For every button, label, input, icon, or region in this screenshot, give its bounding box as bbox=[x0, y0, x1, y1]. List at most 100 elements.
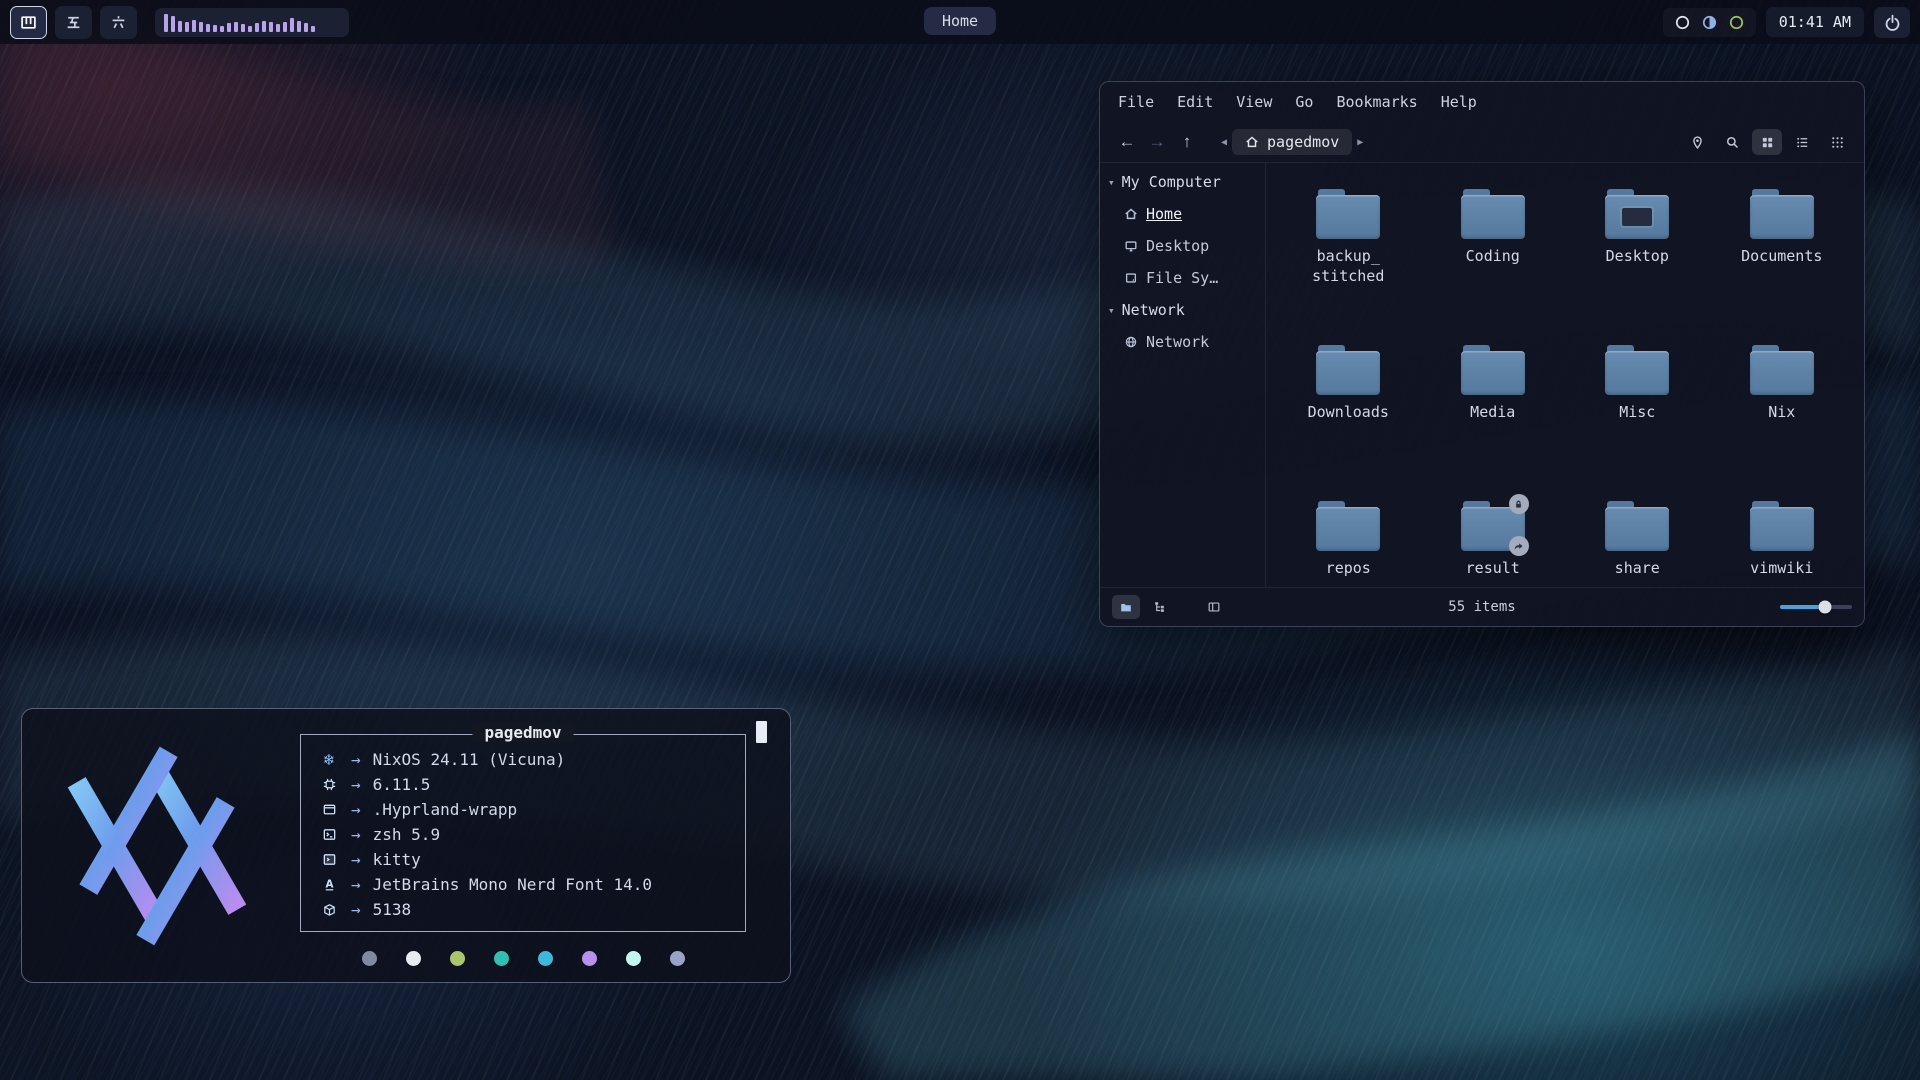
list-view-button[interactable] bbox=[1787, 129, 1817, 155]
fetch-output-box: pagedmov ❄ → NixOS 24.11 (Vicuna) → bbox=[300, 734, 746, 932]
show-tree-button[interactable] bbox=[1146, 595, 1174, 619]
tray-ring-green-icon[interactable] bbox=[1728, 14, 1745, 31]
fetch-line-os: ❄ → NixOS 24.11 (Vicuna) bbox=[317, 747, 729, 772]
clock-label: 01:41 AM bbox=[1779, 13, 1851, 31]
folder-item-misc[interactable]: Misc bbox=[1565, 333, 1710, 489]
menu-go[interactable]: Go bbox=[1295, 93, 1313, 111]
folder-item-nix[interactable]: Nix bbox=[1710, 333, 1855, 489]
breadcrumb-next-icon[interactable]: ▶ bbox=[1352, 137, 1368, 148]
folder-label: Downloads bbox=[1308, 402, 1389, 422]
palette-dot bbox=[362, 951, 377, 966]
power-button[interactable] bbox=[1874, 7, 1910, 38]
cjk-five-glyph bbox=[65, 14, 82, 31]
twisty-icon: ▾ bbox=[1108, 304, 1115, 317]
hostname-title: pagedmov bbox=[472, 723, 573, 742]
folder-icon bbox=[1461, 189, 1525, 239]
audio-visualizer bbox=[155, 8, 349, 37]
folder-item-result[interactable]: result bbox=[1421, 489, 1566, 587]
cjk-four-glyph bbox=[20, 14, 37, 31]
sidebar-item-desktop[interactable]: Desktop bbox=[1106, 230, 1259, 262]
svg-text:A: A bbox=[325, 878, 333, 890]
folder-icon bbox=[1316, 189, 1380, 239]
search-button[interactable] bbox=[1717, 129, 1747, 155]
breadcrumb: ◀ pagedmov ▶ bbox=[1216, 129, 1368, 155]
folder-item-desktop[interactable]: Desktop bbox=[1565, 177, 1710, 333]
folder-item-coding[interactable]: Coding bbox=[1421, 177, 1566, 333]
folder-item-media[interactable]: Media bbox=[1421, 333, 1566, 489]
menubar: File Edit View Go Bookmarks Help bbox=[1100, 82, 1864, 122]
focused-window-title[interactable]: Home bbox=[924, 7, 996, 35]
folder-label: Nix bbox=[1768, 402, 1795, 422]
search-icon bbox=[1725, 135, 1740, 150]
zoom-slider[interactable] bbox=[1780, 605, 1852, 609]
sidebar-item-file-system[interactable]: File Sy… bbox=[1106, 262, 1259, 294]
fetch-line-shell: → zsh 5.9 bbox=[317, 822, 729, 847]
menu-view[interactable]: View bbox=[1236, 93, 1272, 111]
fetch-line-kernel: → 6.11.5 bbox=[317, 772, 729, 797]
palette-dot bbox=[450, 951, 465, 966]
system-tray bbox=[1663, 8, 1756, 37]
icon-view-button[interactable] bbox=[1752, 129, 1782, 155]
font-icon: A bbox=[317, 877, 341, 892]
drive-icon bbox=[1124, 271, 1138, 285]
zoom-slider-handle[interactable] bbox=[1818, 601, 1831, 614]
fetch-line-terminal: → kitty bbox=[317, 847, 729, 872]
tray-circle-icon[interactable] bbox=[1674, 14, 1691, 31]
terminal-cursor bbox=[756, 721, 767, 743]
twisty-icon: ▾ bbox=[1108, 176, 1115, 189]
compact-view-button[interactable] bbox=[1822, 129, 1852, 155]
workspace-button-6[interactable]: 六 bbox=[100, 6, 137, 39]
breadcrumb-home-segment[interactable]: pagedmov bbox=[1232, 129, 1352, 155]
folder-item-vimwiki[interactable]: vimwiki bbox=[1710, 489, 1855, 587]
folder-item-share[interactable]: share bbox=[1565, 489, 1710, 587]
folder-item-documents[interactable]: Documents bbox=[1710, 177, 1855, 333]
folder-small-icon bbox=[1119, 600, 1133, 614]
folder-icon bbox=[1461, 501, 1525, 551]
terminal-palette bbox=[300, 951, 746, 966]
menu-edit[interactable]: Edit bbox=[1177, 93, 1213, 111]
folder-item-backup-stitched[interactable]: backup_ stitched bbox=[1276, 177, 1421, 333]
back-button[interactable]: ← bbox=[1112, 129, 1142, 155]
menu-help[interactable]: Help bbox=[1441, 93, 1477, 111]
folder-label: Media bbox=[1470, 402, 1515, 422]
breadcrumb-label: pagedmov bbox=[1267, 133, 1339, 151]
arrow-glyph: → bbox=[351, 825, 361, 844]
folder-label: vimwiki bbox=[1750, 558, 1813, 578]
arrow-glyph: → bbox=[351, 750, 361, 769]
show-places-button[interactable] bbox=[1112, 595, 1140, 619]
sidebar-item-network[interactable]: Network bbox=[1106, 326, 1259, 358]
location-pin-button[interactable] bbox=[1682, 129, 1712, 155]
audio-visualizer-bars bbox=[164, 13, 340, 32]
sidebar: ▾ My Computer Home Desktop File Sy… bbox=[1100, 163, 1266, 587]
workspace-button-4[interactable]: 四 bbox=[10, 6, 47, 39]
sidebar-section-network[interactable]: ▾ Network bbox=[1106, 294, 1259, 326]
folder-label: Coding bbox=[1466, 246, 1520, 266]
fetch-value: zsh 5.9 bbox=[373, 825, 440, 844]
up-button[interactable]: ↑ bbox=[1172, 129, 1202, 155]
toggle-panel-button[interactable] bbox=[1200, 595, 1228, 619]
folder-label: Documents bbox=[1741, 246, 1822, 266]
folder-item-downloads[interactable]: Downloads bbox=[1276, 333, 1421, 489]
cjk-six-glyph bbox=[110, 14, 127, 31]
sidebar-section-my-computer[interactable]: ▾ My Computer bbox=[1106, 166, 1259, 198]
workspace-button-5[interactable]: 五 bbox=[55, 6, 92, 39]
top-bar: 四 五 六 Home bbox=[0, 0, 1920, 44]
fetch-value: 6.11.5 bbox=[373, 775, 431, 794]
fetch-lines: ❄ → NixOS 24.11 (Vicuna) → 6.11.5 bbox=[317, 747, 729, 922]
compact-view-icon bbox=[1830, 135, 1845, 150]
menu-bookmarks[interactable]: Bookmarks bbox=[1336, 93, 1417, 111]
folder-item-repos[interactable]: repos bbox=[1276, 489, 1421, 587]
palette-dot bbox=[582, 951, 597, 966]
arrow-glyph: → bbox=[351, 850, 361, 869]
sidebar-item-home[interactable]: Home bbox=[1106, 198, 1259, 230]
menu-file[interactable]: File bbox=[1118, 93, 1154, 111]
monitor-icon bbox=[1124, 239, 1138, 253]
folder-grid: backup_ stitched Coding Desktop Document… bbox=[1266, 163, 1864, 587]
topbar-right: 01:41 AM bbox=[1663, 7, 1910, 38]
folder-label: Misc bbox=[1619, 402, 1655, 422]
clock[interactable]: 01:41 AM bbox=[1766, 7, 1864, 37]
lock-emblem-icon bbox=[1509, 494, 1529, 514]
tray-halfdisc-icon[interactable] bbox=[1701, 14, 1718, 31]
breadcrumb-prev-icon[interactable]: ◀ bbox=[1216, 137, 1232, 148]
forward-button[interactable]: → bbox=[1142, 129, 1172, 155]
